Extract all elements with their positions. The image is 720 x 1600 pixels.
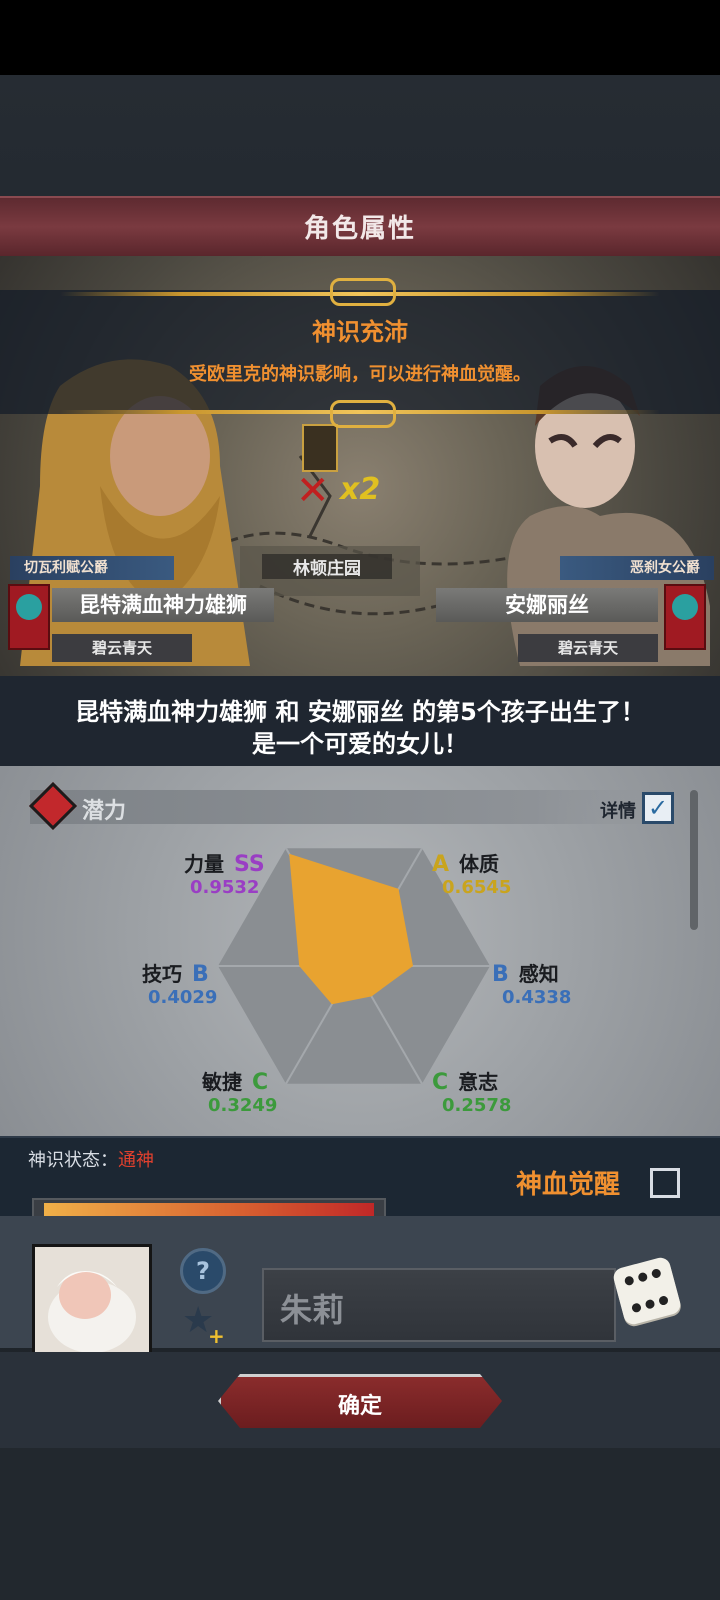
stat-1: A 体质 0.6545 xyxy=(432,848,511,898)
mother-title: 恶刹女公爵 xyxy=(560,556,714,580)
stat-name: 力量 xyxy=(184,852,224,876)
stat-5: 技巧 B 0.4029 xyxy=(142,958,217,1008)
father-title: 切瓦利赋公爵 xyxy=(10,556,174,580)
banner-title: 神识充沛 xyxy=(312,318,408,346)
stat-0: 力量 SS 0.9532 xyxy=(184,848,265,898)
mother-faction: 碧云青天 xyxy=(518,634,658,662)
stat-grade: C xyxy=(432,1070,449,1095)
confirm-label[interactable]: 确定 xyxy=(218,1388,502,1420)
bottom-background xyxy=(0,1448,720,1600)
stat-value: 0.4338 xyxy=(502,987,572,1008)
awaken-checkbox[interactable] xyxy=(650,1168,680,1198)
status-progress-fill xyxy=(44,1203,374,1217)
stat-grade: C xyxy=(252,1070,269,1095)
stat-4: 敏捷 C 0.3249 xyxy=(202,1066,277,1116)
cross-icon: ✕ xyxy=(296,468,330,514)
location-label: 林顿庄园 xyxy=(262,554,392,579)
awaken-label: 神血觉醒 xyxy=(516,1170,621,1200)
divine-status: 神识状态：通神 xyxy=(28,1146,154,1172)
top-bar xyxy=(0,0,720,75)
announcement-line1: 昆特满血神力雄狮 和 安娜丽丝 的第5个孩子出生了！ xyxy=(75,698,645,726)
father-flag-icon xyxy=(8,584,50,650)
banner-knot-icon xyxy=(330,400,396,428)
banner-subtitle: 受欧里克的神识影响，可以进行神血觉醒。 xyxy=(189,364,531,385)
event-banner xyxy=(0,290,720,414)
status-label: 神识状态： xyxy=(28,1150,118,1171)
page-title: 角色属性 xyxy=(303,214,416,244)
question-icon: ? xyxy=(196,1257,210,1285)
stat-name: 体质 xyxy=(459,852,500,876)
radar-chart xyxy=(218,847,490,1085)
banner-knot-icon xyxy=(330,278,396,306)
mother-name: 安娜丽丝 xyxy=(436,588,658,622)
stat-3: C 意志 0.2578 xyxy=(432,1066,511,1116)
baby-icon xyxy=(48,1271,136,1353)
stat-value: 0.2578 xyxy=(442,1095,512,1116)
stat-grade: SS xyxy=(234,852,265,877)
mother-flag-icon xyxy=(664,584,706,650)
stat-name: 感知 xyxy=(518,962,559,986)
stat-value: 0.9532 xyxy=(190,877,260,898)
status-value: 通神 xyxy=(118,1150,154,1171)
stat-2: B 感知 0.4338 xyxy=(492,958,571,1008)
stat-name: 敏捷 xyxy=(202,1070,242,1094)
stat-name: 意志 xyxy=(458,1070,499,1094)
location-marker-icon[interactable] xyxy=(302,424,338,472)
stat-value: 0.4029 xyxy=(148,987,218,1008)
stat-grade: B xyxy=(492,962,509,987)
child-name[interactable]: 朱莉 xyxy=(280,1285,344,1331)
multiplier-label: x2 xyxy=(340,472,381,507)
help-button[interactable]: ? xyxy=(180,1248,226,1294)
stat-value: 0.3249 xyxy=(208,1095,278,1116)
stat-grade: B xyxy=(192,962,209,987)
father-name: 昆特满血神力雄狮 xyxy=(52,588,274,622)
father-faction: 碧云青天 xyxy=(52,634,192,662)
stat-grade: A xyxy=(432,852,450,877)
child-portrait[interactable] xyxy=(32,1244,152,1364)
announcement-line2: 是一个可爱的女儿！ xyxy=(252,730,468,758)
stat-name: 技巧 xyxy=(142,962,182,986)
stat-value: 0.6545 xyxy=(442,877,512,898)
plus-icon: + xyxy=(208,1324,225,1348)
